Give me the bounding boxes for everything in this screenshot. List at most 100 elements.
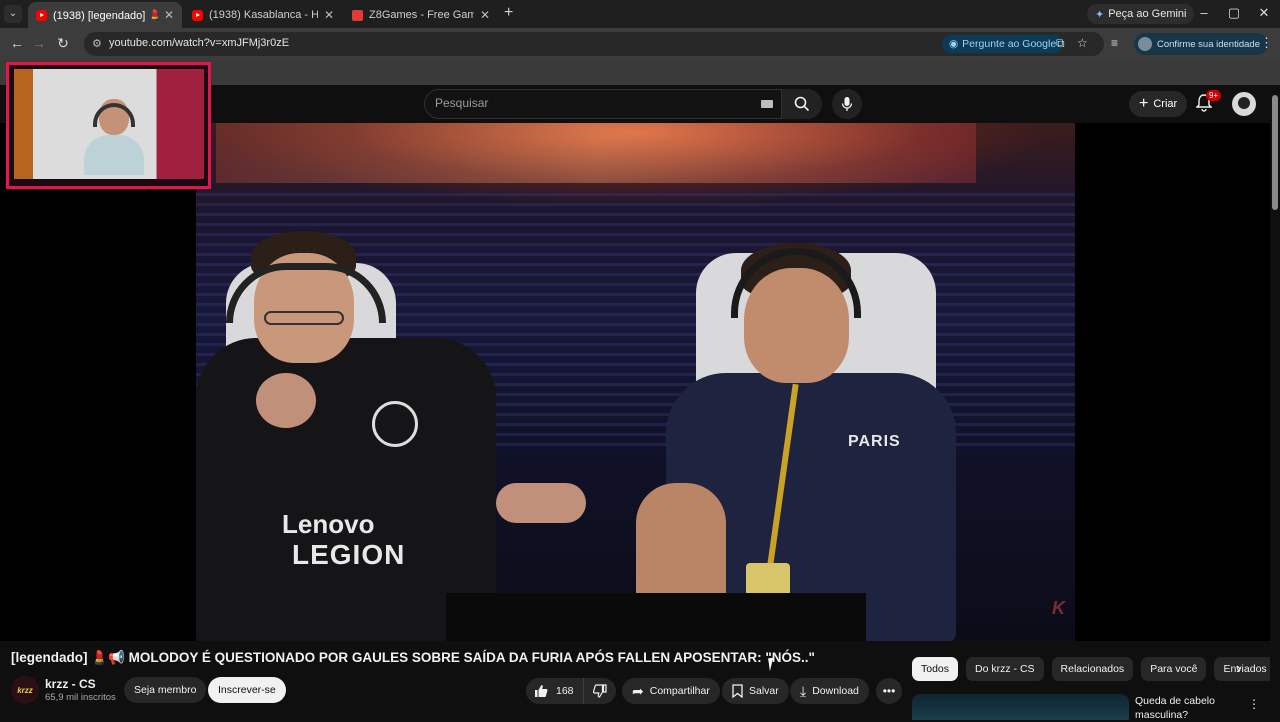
browser-toolbar: ← → ↻ ⚙ youtube.com/watch?v=xmJFMj3r0zE … [0, 28, 1280, 60]
browser-tab-3[interactable]: Z8Games - Free Gaming. Evolv ✕ [344, 2, 498, 28]
webcam-overlay [6, 62, 211, 189]
restore-icon[interactable]: ▢ [1226, 5, 1242, 21]
ask-google-button[interactable]: ◉ Pergunte ao Google [942, 35, 1064, 53]
save-label: Salvar [749, 685, 779, 697]
youtube-icon [36, 9, 47, 21]
notification-badge: 9+ [1206, 90, 1222, 101]
furia-logo [372, 401, 418, 447]
video-player[interactable]: Lenovo LEGION PARIS K [0, 123, 1270, 641]
recommendation-menu-icon[interactable]: ⋮ [1248, 697, 1260, 711]
search-box [424, 89, 782, 119]
subscriber-count: 65,9 mil inscritos [45, 692, 116, 703]
site-info-icon[interactable]: ⚙ [92, 37, 102, 50]
share-icon: ➦ [632, 682, 644, 699]
reload-icon[interactable]: ↻ [55, 35, 71, 52]
search-icon [794, 96, 810, 112]
bookmark-icon [732, 684, 743, 698]
address-bar[interactable]: ⚙ youtube.com/watch?v=xmJFMj3r0zE ◉ Perg… [84, 32, 1104, 56]
like-dislike-group: 168 [526, 678, 616, 704]
join-button[interactable]: Seja membro [124, 677, 207, 703]
shirt-text-paris: PARIS [848, 433, 901, 450]
stage-lights [216, 123, 976, 183]
person-right: PARIS [616, 233, 1016, 641]
keyboard-icon[interactable] [761, 100, 773, 108]
channel-watermark-icon[interactable]: K [1052, 598, 1065, 619]
hand-left [256, 373, 316, 428]
chip-enviados[interactable]: Enviados [1214, 657, 1276, 681]
search-button[interactable] [782, 89, 822, 119]
forward-icon[interactable]: → [31, 35, 47, 51]
create-button[interactable]: + Criar [1129, 91, 1188, 117]
create-label: Criar [1153, 98, 1178, 110]
join-label: Seja membro [134, 684, 197, 696]
install-app-icon[interactable]: ⧉ [1056, 36, 1065, 51]
jersey-text-lenovo: Lenovo [282, 509, 375, 539]
download-icon: ⤓ [800, 682, 807, 699]
recommendation-thumbnail[interactable] [912, 694, 1129, 720]
channel-avatar[interactable]: krzz [11, 676, 39, 704]
back-icon[interactable]: ← [9, 35, 25, 51]
page-scrollbar[interactable] [1270, 85, 1280, 720]
dislike-button[interactable] [584, 678, 616, 704]
chevron-right-icon[interactable]: › [1236, 660, 1241, 678]
close-tab-icon[interactable]: ✕ [480, 8, 490, 22]
chip-todos[interactable]: Todos [912, 657, 959, 681]
bookmark-star-icon[interactable]: ☆ [1077, 36, 1088, 50]
identity-button[interactable]: Confirme sua identidade [1134, 33, 1268, 55]
close-tab-icon[interactable]: ✕ [324, 8, 334, 22]
tab-search-button[interactable]: ⌄ [4, 5, 22, 23]
share-button[interactable]: ➦ Compartilhar [622, 678, 720, 704]
chrome-menu-icon[interactable]: ⋮ [1260, 35, 1273, 51]
download-label: Download [812, 685, 859, 697]
search-input[interactable] [435, 96, 745, 110]
recommendation-title[interactable]: Queda de cabelo masculina? [1135, 694, 1235, 722]
reading-list-icon[interactable]: ≡ [1111, 36, 1118, 50]
tab-title: (1938) [legendado] 💄📢 MOL [53, 9, 158, 22]
z8games-icon [352, 9, 363, 21]
download-button[interactable]: ⤓ Download [790, 678, 869, 704]
chip-relacionados[interactable]: Relacionados [1051, 657, 1134, 681]
subscribe-button[interactable]: Inscrever-se [208, 677, 286, 703]
microphone-icon [841, 97, 853, 111]
browser-tab-1[interactable]: (1938) [legendado] 💄📢 MOL ✕ [28, 2, 182, 28]
headset-left [226, 263, 386, 323]
share-label: Compartilhar [649, 685, 710, 697]
gemini-button[interactable]: ✦ Peça ao Gemini [1087, 4, 1195, 24]
gemini-icon: ✦ [1095, 8, 1105, 21]
minimize-icon[interactable]: – [1196, 5, 1212, 20]
thumbs-up-icon [535, 685, 548, 697]
desk-foreground [446, 593, 866, 641]
tab-title: (1938) Kasablanca - Hold me Cl [209, 9, 318, 21]
save-button[interactable]: Salvar [722, 678, 789, 704]
chip-para-voce[interactable]: Para você [1141, 657, 1207, 681]
profile-avatar [1138, 37, 1152, 51]
video-frame[interactable]: Lenovo LEGION PARIS K [196, 123, 1075, 641]
streamer-body [84, 135, 144, 175]
related-chip-bar: Todos Do krzz - CS Relacionados Para voc… [912, 657, 1276, 681]
like-count: 168 [556, 685, 574, 697]
scrollbar-thumb[interactable] [1272, 95, 1278, 210]
browser-tab-2[interactable]: (1938) Kasablanca - Hold me Cl ✕ [184, 2, 342, 28]
thumbs-down-icon [593, 684, 607, 698]
new-tab-button[interactable]: + [504, 4, 513, 22]
more-actions-button[interactable]: ••• [876, 678, 902, 704]
like-button[interactable]: 168 [526, 678, 584, 704]
webcam-feed [14, 69, 204, 179]
person-left: Lenovo LEGION [196, 223, 586, 641]
arm-left [496, 483, 586, 523]
google-lens-icon: ◉ [949, 38, 959, 50]
voice-search-button[interactable] [832, 89, 862, 119]
close-tab-icon[interactable]: ✕ [164, 8, 174, 22]
url-text: youtube.com/watch?v=xmJFMj3r0zE [109, 37, 290, 49]
chip-do-krzz[interactable]: Do krzz - CS [966, 657, 1044, 681]
close-window-icon[interactable]: ✕ [1256, 5, 1272, 21]
jersey-text-legion: LEGION [292, 539, 406, 570]
gemini-label: Peça ao Gemini [1108, 8, 1187, 20]
youtube-icon [192, 9, 203, 21]
streamer [84, 99, 144, 175]
channel-name[interactable]: krzz - CS [45, 677, 96, 691]
subscribe-label: Inscrever-se [218, 684, 276, 696]
more-horizontal-icon: ••• [882, 684, 896, 698]
account-avatar[interactable] [1232, 92, 1256, 116]
browser-tab-strip: ⌄ (1938) [legendado] 💄📢 MOL ✕ (1938) Kas… [0, 0, 1280, 28]
